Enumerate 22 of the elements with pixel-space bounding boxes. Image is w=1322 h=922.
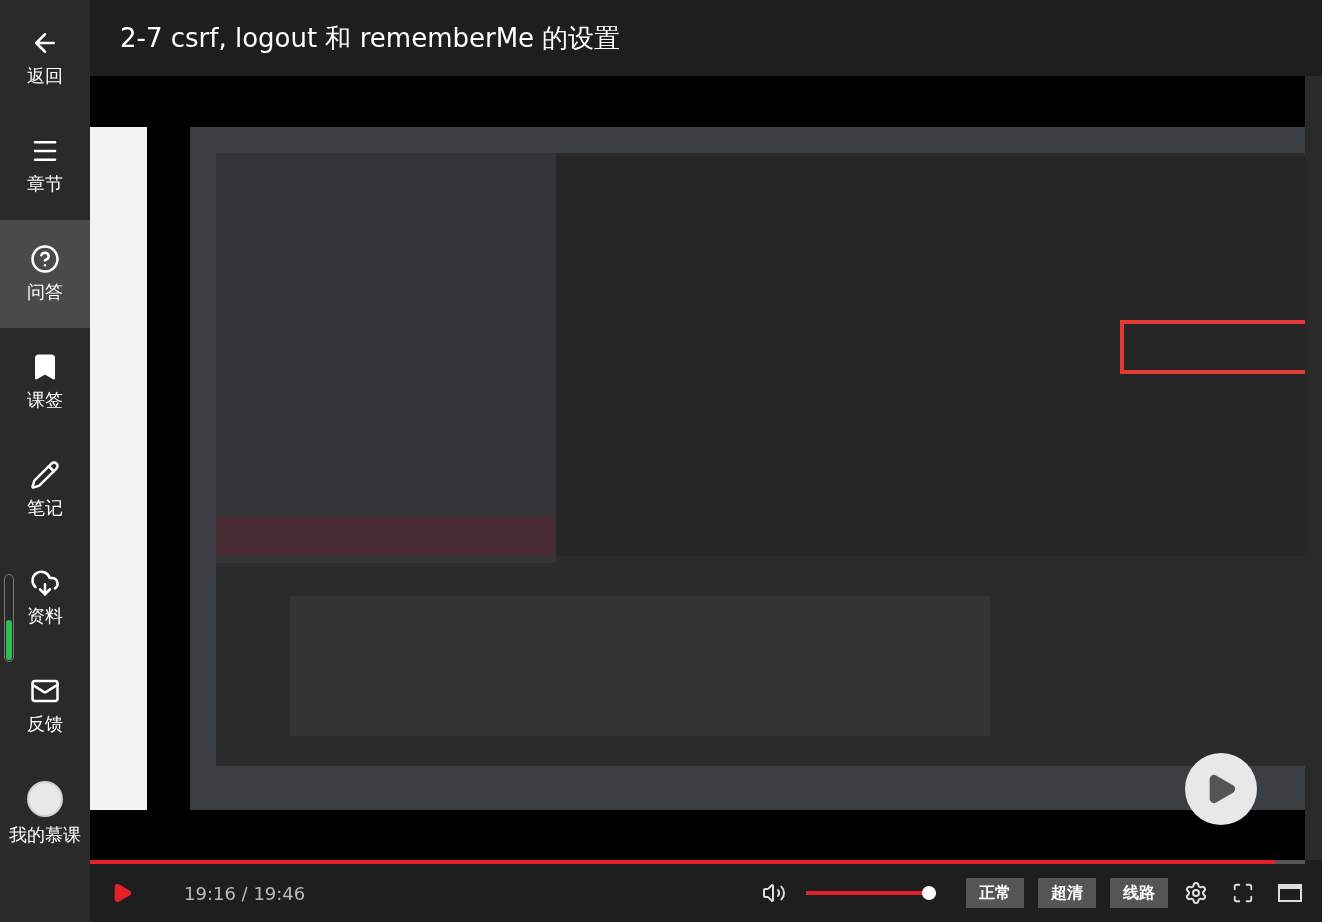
question-icon (30, 243, 60, 274)
lesson-title: 2-7 csrf, logout 和 rememberMe 的设置 (120, 21, 621, 55)
time-display: 19:16 / 19:46 (184, 881, 306, 906)
widescreen-icon[interactable] (1278, 884, 1302, 902)
sidebar-item[interactable]: 返回 (0, 4, 90, 112)
settings-icon[interactable] (1184, 881, 1208, 905)
quality-button[interactable]: 线路 (1110, 878, 1168, 908)
sidebar-item[interactable]: 章节 (0, 112, 90, 220)
volume-thumb[interactable] (922, 886, 936, 900)
volume-icon[interactable] (762, 881, 786, 905)
sidebar-item[interactable]: 问答 (0, 220, 90, 328)
quality-button[interactable]: 正常 (966, 878, 1024, 908)
pencil-icon (30, 459, 60, 490)
sidebar-item[interactable]: 资料 (0, 544, 90, 652)
sidebar-item[interactable]: 课签 (0, 328, 90, 436)
cloud-download-icon (30, 567, 60, 598)
sidebar-item[interactable]: 笔记 (0, 436, 90, 544)
sidebar-item[interactable]: 我的慕课 (0, 760, 90, 868)
avatar-icon (27, 780, 63, 817)
sidebar-item[interactable]: 反馈 (0, 652, 90, 760)
fullscreen-icon[interactable] (1232, 882, 1254, 904)
quality-button[interactable]: 超清 (1038, 878, 1096, 908)
